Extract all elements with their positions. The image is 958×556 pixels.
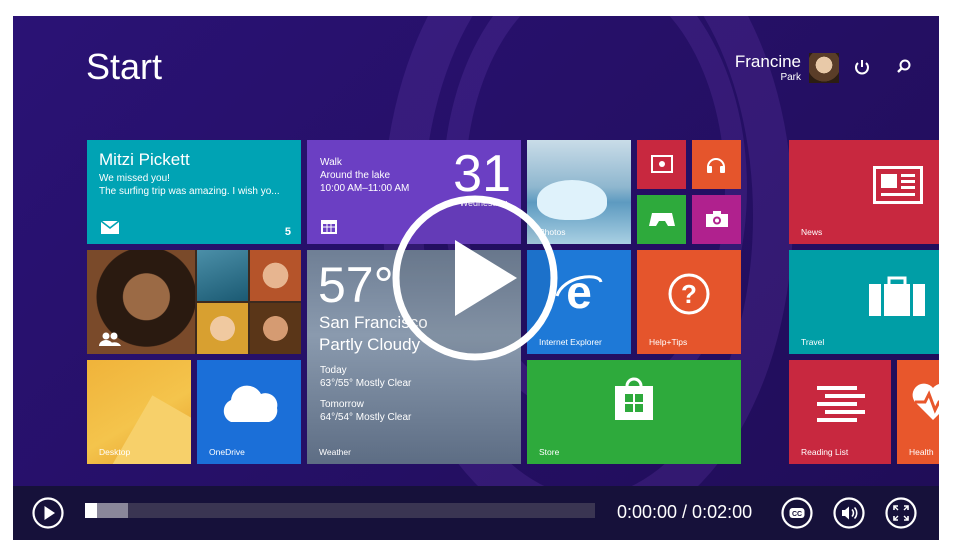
- user-last-name: Park: [780, 72, 801, 83]
- mail-count: 5: [284, 226, 291, 238]
- overlay-play-button[interactable]: [391, 194, 559, 362]
- tile-video: [637, 140, 686, 189]
- cloud-icon: [223, 385, 278, 422]
- tile-onedrive-label: OneDrive: [209, 447, 245, 457]
- tile-onedrive: OneDrive: [197, 360, 301, 464]
- user-first-name: Francine: [734, 52, 801, 71]
- play-button[interactable]: [32, 497, 64, 529]
- svg-text:e: e: [566, 268, 592, 316]
- people-photo: [197, 250, 248, 301]
- tile-games: [637, 195, 686, 244]
- tile-help-tips: ? Help+Tips: [637, 250, 741, 354]
- tile-reading-list: Reading List: [789, 360, 891, 464]
- tile-health-label: Health: [909, 447, 934, 457]
- tile-mail: Mitzi Pickett We missed you! The surfing…: [87, 140, 301, 244]
- camera-icon: [706, 211, 728, 227]
- video-player: Start Francine Park Mitzi Pickett We mis…: [13, 16, 939, 540]
- volume-button[interactable]: [833, 497, 865, 529]
- suitcase-icon: [869, 276, 925, 316]
- weather-forecast-tomorrow: Tomorrow 64°/54° Mostly Clear: [320, 398, 411, 424]
- tile-desktop-label: Desktop: [99, 447, 131, 457]
- people-photo: [250, 303, 301, 354]
- mail-body: The surfing trip was amazing. I wish yo.…: [99, 186, 280, 197]
- cc-text: CC: [792, 511, 802, 518]
- avatar: [809, 53, 839, 83]
- forecast-today-value: 63°/55° Mostly Clear: [320, 378, 412, 389]
- internet-explorer-icon: e: [555, 268, 603, 316]
- people-icon: [99, 332, 121, 346]
- tile-store: Store: [527, 360, 741, 464]
- tile-reading-label: Reading List: [801, 447, 849, 457]
- video-frame[interactable]: Start Francine Park Mitzi Pickett We mis…: [13, 16, 939, 486]
- tile-health: Health: [897, 360, 939, 464]
- people-photo: [197, 303, 248, 354]
- start-title: Start: [86, 46, 163, 87]
- tile-camera: [692, 195, 741, 244]
- question-icon: ?: [668, 273, 710, 315]
- tile-music: [692, 140, 741, 189]
- forecast-today-label: Today: [320, 365, 347, 376]
- news-icon: [873, 166, 923, 204]
- user-account: Francine Park: [713, 52, 839, 86]
- mail-preview: We missed you! The surfing trip was amaz…: [99, 172, 280, 198]
- tile-people: [87, 250, 301, 354]
- tile-news: News: [789, 140, 939, 244]
- tile-news-label: News: [801, 227, 823, 237]
- reading-list-icon: [817, 386, 865, 422]
- power-icon: [851, 56, 873, 78]
- closed-captions-button[interactable]: CC: [781, 497, 813, 529]
- calendar-event-title: Walk: [320, 157, 342, 168]
- video-icon: [651, 155, 673, 173]
- calendar-event-location: Around the lake: [320, 170, 391, 181]
- tile-travel-label: Travel: [801, 337, 825, 347]
- headphones-icon: [707, 158, 725, 173]
- progress-bar[interactable]: [85, 503, 595, 518]
- forecast-tomorrow-label: Tomorrow: [320, 399, 364, 410]
- weather-forecast-today: Today 63°/55° Mostly Clear: [320, 364, 411, 390]
- tile-help-label: Help+Tips: [649, 337, 688, 347]
- svg-text:?: ?: [681, 279, 697, 309]
- forecast-tomorrow-value: 64°/54° Mostly Clear: [320, 412, 412, 423]
- heart-icon: [912, 383, 939, 420]
- time-display: 0:00:00 / 0:02:00: [617, 502, 753, 522]
- tile-desktop: Desktop: [87, 360, 191, 464]
- tile-weather-label: Weather: [319, 447, 351, 457]
- weather-temperature: 57°: [318, 257, 394, 313]
- tile-travel: Travel: [789, 250, 939, 354]
- store-bag-icon: [615, 377, 653, 420]
- progress-handle[interactable]: [85, 503, 97, 518]
- calendar-event: Walk Around the lake 10:00 AM–11:00 AM: [320, 156, 409, 195]
- fullscreen-button[interactable]: [885, 497, 917, 529]
- search-icon: [893, 56, 915, 78]
- calendar-icon: [321, 220, 337, 234]
- envelope-icon: [101, 221, 119, 234]
- mail-subject: We missed you!: [99, 173, 170, 184]
- people-photo: [250, 250, 301, 301]
- mail-sender: Mitzi Pickett: [99, 150, 190, 169]
- gamepad-icon: [649, 213, 675, 226]
- tile-store-label: Store: [539, 447, 560, 457]
